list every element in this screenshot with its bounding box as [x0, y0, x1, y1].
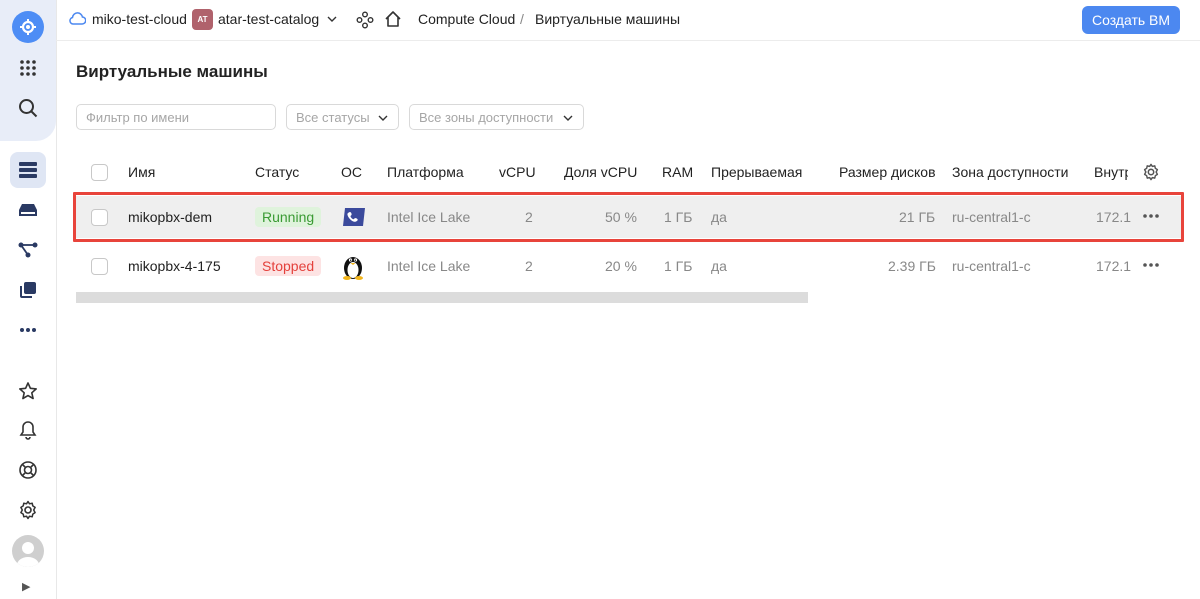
column-header[interactable]: Доля vCPU — [564, 164, 637, 180]
column-header[interactable]: ОС — [341, 164, 362, 180]
disk-icon[interactable] — [10, 192, 46, 228]
preemptible: да — [711, 258, 727, 274]
grid-apps-icon[interactable] — [10, 50, 46, 86]
platform: Intel Ice Lake — [387, 258, 471, 274]
page-title: Виртуальные машины — [76, 62, 268, 81]
vcpu: 2 — [525, 258, 533, 274]
row-actions-icon[interactable] — [1141, 255, 1161, 278]
select-all-checkbox[interactable] — [91, 164, 108, 181]
column-header[interactable]: Статус — [255, 164, 299, 180]
disk-size: 2.39 ГБ — [888, 258, 936, 274]
status-select-value: Все статусы — [296, 109, 370, 125]
status-select[interactable]: Все статусы — [286, 104, 399, 130]
column-header[interactable]: Имя — [128, 164, 155, 180]
highlight-box — [73, 192, 1184, 242]
name-filter-input[interactable]: Фильтр по имени — [76, 104, 276, 130]
collapse-sidebar-icon[interactable]: ▶ — [22, 580, 30, 593]
internal-ip: 172.1 — [1096, 258, 1132, 274]
breadcrumb-current: Виртуальные машины — [535, 11, 681, 27]
status-badge: Stopped — [255, 256, 322, 276]
zone: ru-central1-c — [952, 258, 1031, 274]
cloud-console-logo[interactable] — [12, 11, 44, 43]
server-list-icon[interactable] — [10, 152, 46, 188]
home-icon[interactable] — [384, 10, 402, 31]
column-header[interactable]: Платформа — [387, 164, 464, 180]
bell-icon[interactable] — [10, 412, 46, 448]
breadcrumb-cloud[interactable]: miko-test-cloud — [92, 11, 187, 27]
chevron-down-icon — [562, 112, 574, 127]
gear-icon[interactable] — [10, 492, 46, 528]
breadcrumb-separator: / — [520, 11, 524, 27]
vm-name[interactable]: mikopbx-4-175 — [128, 258, 221, 274]
column-header[interactable]: Внутр — [1094, 164, 1128, 180]
create-vm-button[interactable]: Создать ВМ — [1082, 6, 1180, 34]
chevron-down-icon — [377, 112, 389, 127]
horizontal-scrollbar[interactable] — [76, 292, 808, 303]
services-icon[interactable] — [356, 11, 374, 32]
column-header[interactable]: Прерываемая — [711, 164, 802, 180]
catalog-badge: AT — [192, 9, 213, 30]
star-icon[interactable] — [10, 373, 46, 409]
ram: 1 ГБ — [664, 258, 693, 274]
chevron-down-icon[interactable] — [326, 12, 338, 28]
copy-icon[interactable] — [10, 272, 46, 308]
breadcrumb-catalog[interactable]: atar-test-catalog — [218, 11, 319, 27]
avatar[interactable] — [12, 535, 44, 567]
column-header[interactable]: RAM — [662, 164, 693, 180]
cloud-icon — [68, 12, 87, 28]
zone-select-value: Все зоны доступности — [419, 109, 554, 125]
column-header[interactable]: Размер дисков — [839, 164, 936, 180]
table-settings-gear-icon[interactable] — [1142, 163, 1160, 184]
column-header[interactable]: Зона доступности — [952, 164, 1069, 180]
row-checkbox[interactable] — [91, 258, 108, 275]
linux-penguin-icon — [341, 252, 365, 283]
column-header[interactable]: vCPU — [499, 164, 536, 180]
top-bar: miko-test-cloud AT atar-test-catalog Com… — [56, 0, 1200, 41]
sidebar: ▶ — [0, 0, 57, 599]
network-icon[interactable] — [10, 232, 46, 268]
breadcrumb-service[interactable]: Compute Cloud — [418, 11, 515, 27]
support-icon[interactable] — [10, 452, 46, 488]
search-icon[interactable] — [10, 90, 46, 126]
more-icon[interactable] — [10, 312, 46, 348]
zone-select[interactable]: Все зоны доступности — [409, 104, 584, 130]
vcpu-share: 20 % — [605, 258, 637, 274]
